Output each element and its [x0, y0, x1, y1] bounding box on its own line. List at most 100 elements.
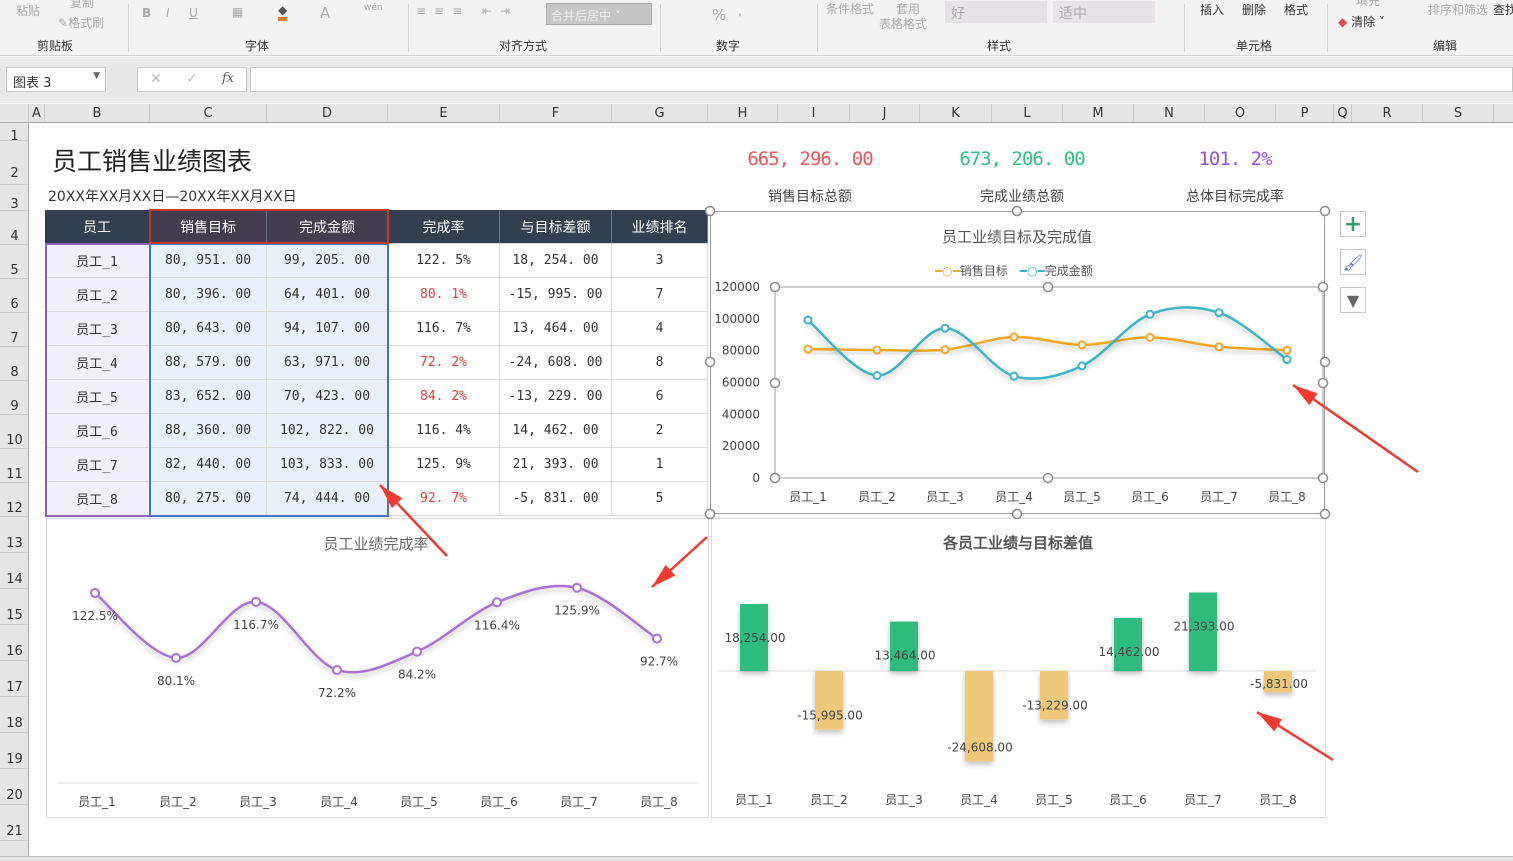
data-label: 14,462.00 — [1098, 645, 1159, 659]
kpi-label[interactable]: 总体目标完成率 — [1186, 186, 1284, 206]
data-label: 116.7% — [233, 618, 279, 632]
data-point — [803, 315, 813, 325]
x-tick-label: 员工_1 — [789, 490, 827, 504]
data-label: -5,831.00 — [1250, 677, 1308, 691]
x-tick-label: 员工_4 — [995, 490, 1033, 504]
y-tick-label: 80000 — [722, 344, 760, 358]
y-tick-label: 100000 — [714, 312, 760, 326]
x-tick-label: 员工_7 — [1200, 490, 1238, 504]
x-tick-label: 员工_8 — [1268, 490, 1306, 504]
resize-handle — [769, 281, 781, 293]
plus-icon: + — [1343, 211, 1363, 237]
legend-marker-target: ━○━ — [935, 264, 960, 278]
data-point — [1009, 371, 1019, 381]
resize-handle — [1042, 472, 1054, 484]
data-point — [940, 345, 950, 355]
legend-marker-actual: ━○━ — [1019, 264, 1045, 278]
data-label: -24,608.00 — [947, 740, 1012, 754]
data-label: 84.2% — [398, 668, 436, 682]
resize-handle — [1011, 205, 1023, 217]
data-label: 122.5% — [72, 609, 118, 623]
resize-handle — [1042, 281, 1054, 293]
x-tick-label: 员工_7 — [560, 795, 598, 809]
kpi-value[interactable]: 665, 296. 00 — [747, 148, 873, 170]
kpi-value[interactable]: 673, 206. 00 — [959, 148, 1085, 170]
charts-layer: 0 20000 40000 60000 80000 100000 120000 员工_1 员工_… — [58, 205, 1419, 809]
resize-handle — [769, 472, 781, 484]
data-point — [1145, 309, 1155, 319]
x-tick-label: 员工_6 — [1109, 793, 1147, 807]
y-tick-label: 40000 — [722, 407, 760, 421]
resize-handle — [704, 508, 716, 520]
data-point — [872, 370, 882, 380]
data-label: 18,254.00 — [724, 631, 785, 645]
data-point — [1214, 308, 1224, 318]
data-label: -13,229.00 — [1022, 699, 1087, 713]
x-tick-label: 员工_7 — [1184, 793, 1222, 807]
resize-handle — [704, 356, 716, 368]
series-line-1 — [807, 306, 1288, 380]
data-point — [251, 596, 261, 607]
filter-icon: ▼ — [1346, 290, 1360, 310]
y-tick-label: 0 — [752, 471, 760, 485]
data-label: 92.7% — [640, 655, 678, 669]
x-tick-label: 员工_5 — [400, 795, 438, 809]
data-point — [572, 582, 582, 593]
data-point — [652, 633, 662, 644]
data-point — [940, 323, 950, 333]
x-tick-label: 员工_8 — [1259, 793, 1297, 807]
plot-area — [774, 286, 1324, 479]
x-tick-label: 员工_2 — [858, 490, 896, 504]
data-point — [1214, 342, 1224, 352]
bar — [890, 621, 918, 671]
data-label: 80.1% — [157, 674, 195, 688]
sheet-tab-bar — [0, 856, 1513, 861]
legend-actual: 完成金额 — [1044, 264, 1093, 278]
data-point — [1282, 355, 1292, 365]
data-point — [492, 597, 502, 608]
chart-styles-button[interactable]: 🖌 — [1340, 249, 1366, 275]
resize-handle — [1319, 205, 1331, 217]
brush-icon: 🖌 — [1342, 252, 1364, 272]
resize-handle — [1319, 508, 1331, 520]
x-tick-label: 员工_1 — [78, 795, 116, 809]
chart-filters-button[interactable]: ▼ — [1340, 287, 1366, 313]
resize-handle — [1317, 472, 1329, 484]
x-tick-label: 员工_5 — [1063, 490, 1101, 504]
chart1-title: 员工业绩目标及完成值 — [941, 228, 1093, 246]
x-tick-label: 员工_3 — [885, 793, 923, 807]
x-tick-label: 员工_3 — [926, 490, 964, 504]
data-label: 21,393.00 — [1173, 619, 1234, 633]
data-point — [90, 587, 100, 598]
data-point — [1009, 332, 1019, 342]
x-tick-label: 员工_8 — [640, 795, 678, 809]
resize-handle — [1317, 377, 1329, 389]
data-point — [872, 345, 882, 355]
arrow-head — [1293, 385, 1318, 406]
data-label: 72.2% — [318, 686, 356, 700]
x-tick-label: 员工_1 — [735, 793, 773, 807]
y-tick-label: 120000 — [714, 280, 760, 294]
resize-handle — [1319, 356, 1331, 368]
kpi-value[interactable]: 101. 2% — [1198, 148, 1272, 170]
chart-elements-button[interactable]: + — [1340, 211, 1366, 237]
x-tick-label: 员工_5 — [1035, 793, 1073, 807]
resize-handle — [1011, 508, 1023, 520]
data-point — [412, 646, 422, 657]
x-tick-label: 员工_3 — [239, 795, 277, 809]
x-tick-label: 员工_2 — [159, 795, 197, 809]
legend-target: 销售目标 — [959, 264, 1008, 278]
kpi-label[interactable]: 销售目标总额 — [768, 186, 852, 206]
data-point — [1077, 340, 1087, 350]
data-point — [1145, 332, 1155, 342]
y-tick-label: 60000 — [722, 376, 760, 390]
chart3-title: 各员工业绩与目标差值 — [942, 534, 1094, 552]
x-tick-label: 员工_4 — [960, 793, 998, 807]
resize-handle — [769, 377, 781, 389]
resize-handle — [1317, 281, 1329, 293]
data-point — [171, 652, 181, 663]
x-tick-label: 员工_6 — [1131, 490, 1169, 504]
data-label: 116.4% — [474, 618, 520, 632]
x-tick-label: 员工_4 — [320, 795, 358, 809]
kpi-label[interactable]: 完成业绩总额 — [980, 186, 1064, 206]
